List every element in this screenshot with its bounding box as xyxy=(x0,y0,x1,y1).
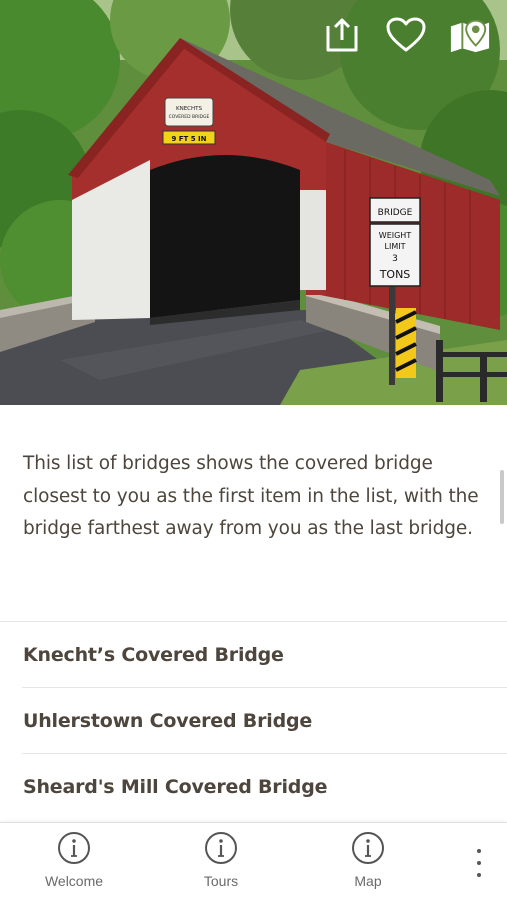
nav-item-map[interactable]: Map xyxy=(318,831,418,889)
scrollbar[interactable] xyxy=(500,470,504,524)
list-item[interactable]: Sheard's Mill Covered Bridge xyxy=(22,753,507,819)
nav-label-map: Map xyxy=(354,873,382,889)
favorite-button[interactable] xyxy=(385,14,427,56)
list-item-label: Uhlerstown Covered Bridge xyxy=(23,709,313,732)
more-vertical-icon[interactable] xyxy=(471,849,487,877)
bottom-nav: Welcome Tours Map xyxy=(0,822,507,900)
map-pin-icon xyxy=(450,19,490,53)
info-icon xyxy=(205,832,237,864)
sign-limit: LIMIT xyxy=(385,242,406,251)
intro-text: This list of bridges shows the covered b… xyxy=(23,453,479,539)
nav-item-tours[interactable]: Tours xyxy=(171,831,271,889)
sign-bridge: BRIDGE xyxy=(378,208,413,218)
map-button[interactable] xyxy=(449,14,491,56)
sign-name-1: KNECHTS xyxy=(176,106,203,112)
nav-item-welcome[interactable]: Welcome xyxy=(24,831,124,889)
sign-name-2: COVERED BRIDGE xyxy=(169,114,210,120)
list-item-label: Sheard's Mill Covered Bridge xyxy=(23,775,328,798)
sign-weight: WEIGHT xyxy=(379,231,412,240)
sign-num: 3 xyxy=(392,254,398,264)
list-item-label: Knecht’s Covered Bridge xyxy=(23,643,284,666)
hero-actions xyxy=(321,14,491,56)
covered-bridge-photo: KNECHTS COVERED BRIDGE 9 FT 5 IN BRIDGE … xyxy=(0,0,507,405)
share-icon xyxy=(326,18,358,52)
share-button[interactable] xyxy=(321,14,363,56)
heart-icon xyxy=(386,17,426,52)
bridge-list: Knecht’s Covered Bridge Uhlerstown Cover… xyxy=(0,621,507,819)
list-item[interactable]: Knecht’s Covered Bridge xyxy=(0,621,507,687)
hero-image: KNECHTS COVERED BRIDGE 9 FT 5 IN BRIDGE … xyxy=(0,0,507,405)
list-item[interactable]: Uhlerstown Covered Bridge xyxy=(22,687,507,753)
info-icon xyxy=(352,832,384,864)
nav-label-tours: Tours xyxy=(203,873,239,889)
info-icon xyxy=(58,832,90,864)
nav-label-welcome: Welcome xyxy=(44,873,104,889)
sign-tons: TONS xyxy=(379,268,411,281)
sign-clearance: 9 FT 5 IN xyxy=(171,135,206,143)
